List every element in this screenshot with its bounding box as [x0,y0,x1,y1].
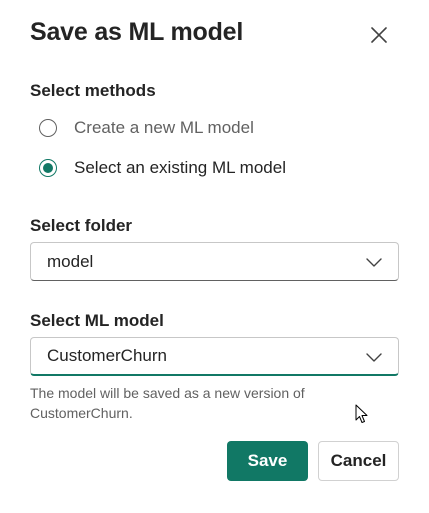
methods-label: Select methods [30,81,156,100]
radio-label-create-new: Create a new ML model [74,118,254,137]
radio-label-select-existing: Select an existing ML model [74,158,286,177]
radio-button-unchecked[interactable] [39,119,57,137]
radio-dot [43,163,53,173]
model-label: Select ML model [30,311,164,330]
save-ml-model-dialog: Save as ML model Select methods Create a… [0,0,429,513]
model-dropdown-value: CustomerChurn [47,346,167,365]
model-helper-text: The model will be saved as a new version… [30,385,305,421]
save-button[interactable]: Save [227,441,308,481]
cancel-button[interactable]: Cancel [318,441,399,481]
close-icon [371,27,387,43]
radio-button-checked[interactable] [39,159,57,177]
radio-create-new-model[interactable]: Create a new ML model [39,118,254,138]
mouse-pointer-icon [355,404,368,423]
dialog-title: Save as ML model [30,18,244,46]
chevron-down-icon [366,353,382,362]
chevron-down-icon [366,258,382,267]
close-button[interactable] [364,20,394,50]
folder-dropdown-value: model [47,251,94,271]
model-dropdown[interactable]: CustomerChurn [30,337,399,376]
folder-label: Select folder [30,216,133,235]
radio-select-existing-model[interactable]: Select an existing ML model [39,158,286,178]
folder-dropdown[interactable]: model [30,242,399,281]
